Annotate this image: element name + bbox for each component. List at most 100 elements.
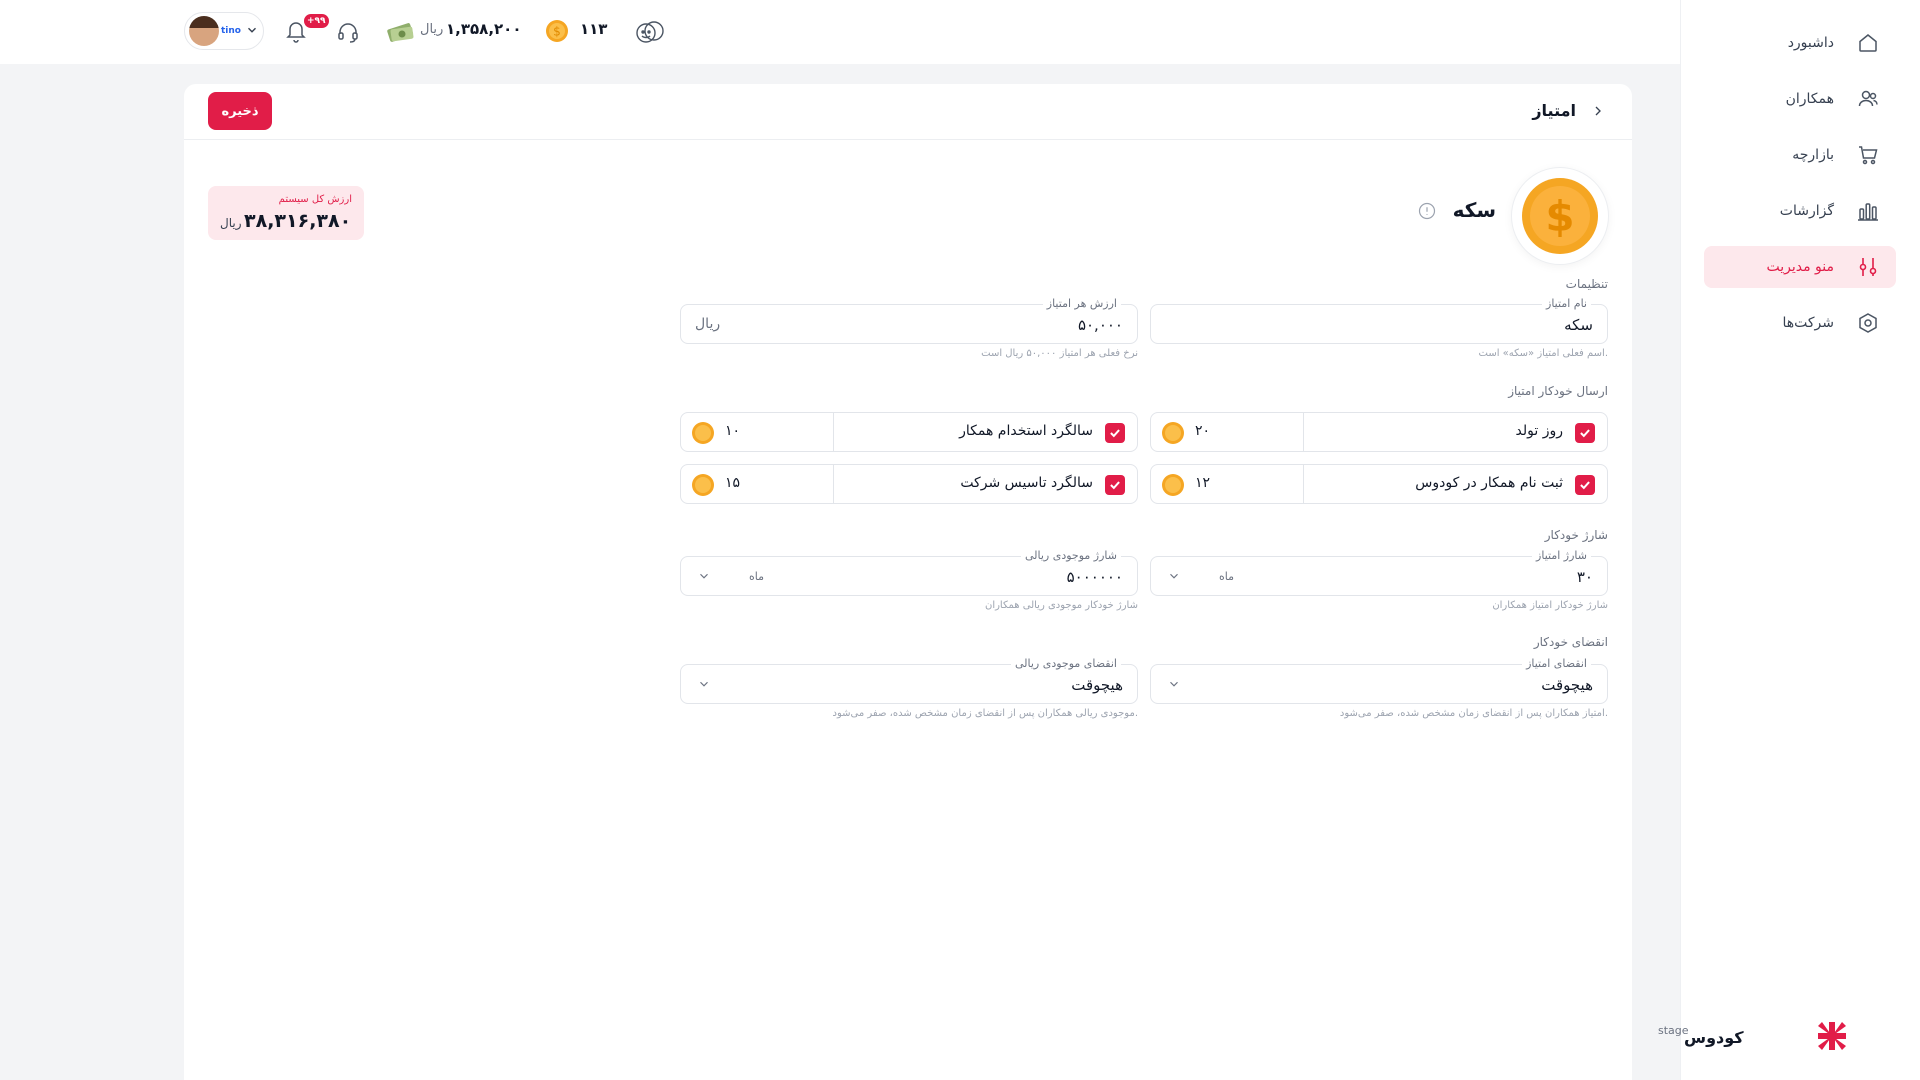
chevron-down-icon[interactable] [697, 677, 711, 691]
auto-send-employment-anniversary: سالگرد استخدام همکار ۱۰ [680, 412, 1138, 452]
page-title: امتیاز [1532, 101, 1576, 120]
period-select[interactable]: ماه [749, 570, 764, 583]
auto-send-founding-anniversary: سالگرد تاسیس شرکت ۱۵ [680, 464, 1138, 504]
sidebar-item-label: داشبورد [1787, 35, 1834, 51]
point-charge-field[interactable]: شارژ امتیاز ماه [1150, 549, 1608, 596]
auto-send-label: سالگرد تاسیس شرکت [960, 475, 1093, 491]
point-name-field[interactable]: نام امتیاز [1150, 297, 1608, 344]
auto-expire-section-label: انقضای خودکار [1533, 635, 1608, 649]
chart-bars-icon [1858, 203, 1878, 221]
chevron-down-icon [248, 27, 256, 33]
auto-send-label: سالگرد استخدام همکار [959, 423, 1093, 439]
divider [833, 465, 834, 503]
money-unit: ریال [420, 22, 444, 37]
point-expire-select[interactable]: انقضای امتیاز [1150, 657, 1608, 704]
mood-icon[interactable] [634, 19, 666, 45]
point-expire-value[interactable] [1293, 673, 1593, 697]
sidebar-item-label: شرکت‌ها [1782, 315, 1834, 331]
sidebar-item-management[interactable]: منو مدیریت [1704, 246, 1896, 288]
system-value-badge: ارزش کل سیستم ۳۸,۳۱۶,۳۸۰ ریال [208, 186, 364, 240]
avatar-tag: tino [221, 26, 241, 36]
sidebar-item-dashboard[interactable]: داشبورد [1704, 22, 1896, 64]
point-value-field[interactable]: ارزش هر امتیاز ریال [680, 297, 1138, 344]
settings-section-label: تنظیمات [1565, 277, 1608, 291]
auto-send-registration: ثبت نام همکار در کودوس ۱۲ [1150, 464, 1608, 504]
point-name-input[interactable] [1293, 313, 1593, 337]
company-icon [1859, 313, 1877, 333]
home-icon [1859, 34, 1877, 52]
auto-send-label: ثبت نام همکار در کودوس [1415, 475, 1563, 491]
sidebar-item-colleagues[interactable]: همکاران [1704, 78, 1896, 120]
chevron-down-icon[interactable] [1167, 569, 1181, 583]
main-card: ذخیره امتیاز ارزش کل سیستم ۳۸,۳۱۶,۳۸۰ ری… [184, 84, 1632, 1080]
sidebar-item-label: منو مدیریت [1766, 259, 1834, 275]
auto-send-amount[interactable]: ۱۲ [1195, 475, 1210, 491]
coin-icon [1162, 422, 1184, 444]
save-button[interactable]: ذخیره [208, 92, 272, 130]
money-icon [387, 23, 414, 42]
field-label: ارزش هر امتیاز [1042, 297, 1121, 311]
sidebar: داشبورد همکاران بازارچه گزارشات منو مدیر… [1658, 0, 1920, 1080]
sidebar-item-market[interactable]: بازارچه [1704, 134, 1896, 176]
sidebar-item-companies[interactable]: شرکت‌ها [1704, 302, 1896, 344]
point-value-hint: نرخ فعلی هر امتیاز ۵۰,۰۰۰ ریال است [981, 348, 1138, 359]
headset-icon[interactable] [336, 20, 360, 44]
coin-icon [692, 474, 714, 496]
sidebar-item-label: بازارچه [1792, 147, 1834, 163]
divider [833, 413, 834, 451]
point-charge-input[interactable] [1353, 565, 1593, 589]
point-value-input[interactable] [823, 313, 1123, 337]
period-select[interactable]: ماه [1219, 570, 1234, 583]
top-bar: tino +۹۹ ریال ۱,۳۵۸,۲۰۰ $ ۱۱۳ [0, 0, 1680, 64]
rial-charge-hint: شارژ خودکار موجودی ریالی همکاران [984, 600, 1138, 611]
birthday-checkbox[interactable] [1575, 423, 1595, 443]
rial-expire-select[interactable]: انقضای موجودی ریالی [680, 657, 1138, 704]
field-label: انقضای امتیاز [1522, 657, 1591, 671]
auto-send-amount[interactable]: ۱۰ [725, 423, 740, 439]
sliders-icon [1859, 258, 1877, 276]
coin-icon: $ [1522, 178, 1598, 254]
svg-text:$: $ [553, 25, 561, 39]
employment-anniversary-checkbox[interactable] [1105, 423, 1125, 443]
rial-expire-value[interactable] [823, 673, 1123, 697]
coin-avatar[interactable]: $ [1512, 168, 1608, 264]
field-label: نام امتیاز [1542, 297, 1591, 311]
field-label: انقضای موجودی ریالی [1011, 657, 1121, 671]
auto-send-label: روز تولد [1515, 423, 1563, 439]
coin-icon [1162, 474, 1184, 496]
auto-send-amount[interactable]: ۱۵ [725, 475, 740, 491]
point-charge-hint: شارژ خودکار امتیاز همکاران [1492, 600, 1608, 611]
coin-icon [692, 422, 714, 444]
coin-icon: $ [546, 20, 568, 42]
brand-name: کودوس [1684, 1028, 1744, 1047]
coin-title: سکه [1452, 198, 1496, 222]
system-value-label: ارزش کل سیستم [278, 194, 352, 205]
sidebar-item-label: همکاران [1785, 91, 1834, 107]
auto-charge-section-label: شارژ خودکار [1544, 528, 1608, 542]
rial-charge-input[interactable] [883, 565, 1123, 589]
registration-checkbox[interactable] [1575, 475, 1595, 495]
point-name-hint: اسم فعلی امتیاز «سکه» است. [1478, 348, 1609, 359]
founding-anniversary-checkbox[interactable] [1105, 475, 1125, 495]
info-icon[interactable] [1418, 202, 1436, 220]
divider [1303, 465, 1304, 503]
chevron-down-icon[interactable] [697, 569, 711, 583]
sidebar-item-reports[interactable]: گزارشات [1704, 190, 1896, 232]
currency-suffix: ریال [695, 316, 721, 332]
users-icon [1858, 90, 1878, 107]
system-value-amount: ۳۸,۳۱۶,۳۸۰ [244, 210, 352, 232]
system-value-unit: ریال [220, 216, 242, 230]
field-label: شارژ امتیاز [1532, 549, 1591, 563]
logo-mark-icon [1818, 1022, 1846, 1050]
rial-charge-field[interactable]: شارژ موجودی ریالی ماه [680, 549, 1138, 596]
chevron-right-icon[interactable] [1590, 103, 1606, 119]
cart-icon [1859, 146, 1878, 165]
point-expire-hint: امتیاز همکاران پس از انقضای زمان مشخص شد… [1339, 708, 1608, 719]
auto-send-birthday: روز تولد ۲۰ [1150, 412, 1608, 452]
profile-menu[interactable]: tino [184, 12, 264, 50]
auto-send-amount[interactable]: ۲۰ [1195, 423, 1210, 439]
chevron-down-icon[interactable] [1167, 677, 1181, 691]
money-balance: ۱,۳۵۸,۲۰۰ [446, 20, 522, 38]
auto-send-section-label: ارسال خودکار امتیاز [1508, 384, 1608, 398]
brand-logo: stage کودوس [1658, 1018, 1848, 1058]
